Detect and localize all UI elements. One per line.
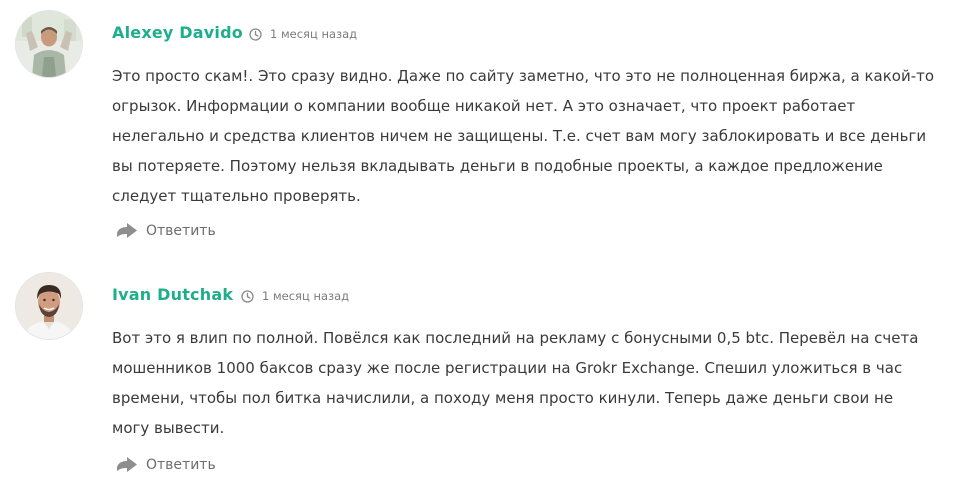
reply-label[interactable]: Ответить xyxy=(146,457,216,473)
reply-label[interactable]: Ответить xyxy=(146,223,216,239)
avatar[interactable] xyxy=(16,11,82,77)
comment-time: 1 месяц назад xyxy=(270,27,358,41)
reply-button[interactable]: Ответить xyxy=(116,456,216,474)
clock-icon xyxy=(249,27,262,41)
reply-button[interactable]: Ответить xyxy=(116,222,216,240)
reply-arrow-icon xyxy=(116,456,138,474)
avatar[interactable] xyxy=(16,273,82,339)
avatar-photo-icon xyxy=(16,11,82,77)
comment-text: Это просто скам!. Это сразу видно. Даже … xyxy=(112,67,935,205)
comment-text: Вот это я влип по полной. Повёлся как по… xyxy=(112,329,919,437)
comment-meta: 1 месяц назад xyxy=(249,27,357,41)
comment-author[interactable]: Alexey Davido xyxy=(112,23,243,42)
clock-icon xyxy=(241,289,254,303)
reply-arrow-icon xyxy=(116,222,138,240)
comment-meta: 1 месяц назад xyxy=(241,289,349,303)
comment-time: 1 месяц назад xyxy=(262,289,350,303)
comment-author[interactable]: Ivan Dutchak xyxy=(112,285,233,304)
avatar-photo-icon xyxy=(16,273,82,339)
